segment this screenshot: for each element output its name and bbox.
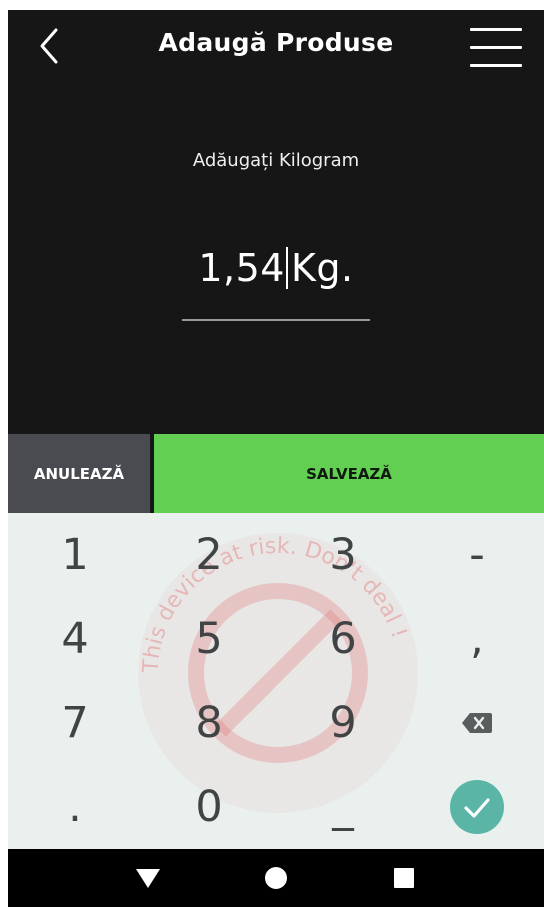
- key-0[interactable]: 0: [142, 765, 276, 849]
- cancel-button[interactable]: ANULEAZĂ: [8, 434, 150, 513]
- key-minus[interactable]: -: [410, 513, 544, 597]
- page-title: Adaugă Produse: [158, 28, 394, 57]
- app-header: Adaugă Produse: [8, 10, 544, 84]
- key-7[interactable]: 7: [8, 681, 142, 765]
- recents-square-icon: [394, 868, 414, 888]
- system-nav-bar: [8, 849, 544, 907]
- nav-recents-button[interactable]: [364, 849, 444, 907]
- menu-button[interactable]: [470, 24, 524, 72]
- key-5[interactable]: 5: [142, 597, 276, 681]
- key-comma[interactable]: ,: [410, 597, 544, 681]
- nav-home-button[interactable]: [236, 849, 316, 907]
- key-3[interactable]: 3: [276, 513, 410, 597]
- key-9[interactable]: 9: [276, 681, 410, 765]
- backspace-icon: [462, 713, 492, 733]
- key-1[interactable]: 1: [8, 513, 142, 597]
- text-caret: [285, 247, 288, 289]
- nav-back-button[interactable]: [108, 849, 188, 907]
- hamburger-menu-icon: [470, 64, 522, 67]
- key-4[interactable]: 4: [8, 597, 142, 681]
- unit-label: Kg.: [290, 246, 354, 290]
- home-circle-icon: [265, 867, 287, 889]
- key-period[interactable]: .: [8, 765, 142, 849]
- screen: Adaugă Produse Adăugați Kilogram 1,54 Kg.…: [8, 10, 544, 907]
- hamburger-menu-icon: [470, 46, 522, 49]
- kilogram-label: Adăugați Kilogram: [192, 150, 360, 171]
- kilogram-input[interactable]: 1,54 Kg.: [8, 246, 544, 290]
- numeric-keypad: This device at risk. Don't deal ! 1 2 3 …: [8, 513, 544, 849]
- backspace-key[interactable]: [410, 681, 544, 765]
- hamburger-menu-icon: [470, 28, 522, 31]
- back-triangle-icon: [136, 869, 160, 888]
- key-8[interactable]: 8: [142, 681, 276, 765]
- key-2[interactable]: 2: [142, 513, 276, 597]
- kilogram-value: 1,54: [198, 246, 285, 290]
- key-underscore[interactable]: _: [276, 765, 410, 849]
- done-key[interactable]: [410, 765, 544, 849]
- save-button[interactable]: SALVEAZĂ: [154, 434, 544, 513]
- check-done-icon: [450, 780, 504, 834]
- key-6[interactable]: 6: [276, 597, 410, 681]
- input-underline: [182, 319, 370, 321]
